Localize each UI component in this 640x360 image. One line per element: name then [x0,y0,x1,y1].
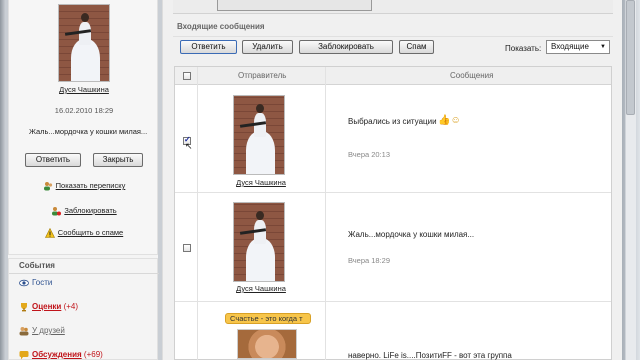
inbox-title: Входящие сообщения [177,22,265,31]
column-messages: Сообщения [450,71,494,80]
message-preview-panel: Дуся Чашкина 16.02.2010 18:29 Жаль...мор… [8,0,158,255]
event-friends[interactable]: У друзей [19,326,65,336]
table-row[interactable]: ↖ Дуся Чашкина Выбрались из ситуации 👍☺ … [175,85,611,193]
message-text[interactable]: Жаль...мордочка у кошки милая... [348,230,474,239]
previous-block [217,0,372,11]
event-discussions[interactable]: Обсуждения (+69) [19,350,103,360]
trophy-icon [19,302,29,312]
toolbar-block-button[interactable]: Заблокировать [299,40,393,54]
select-all-checkbox[interactable] [183,72,191,80]
show-conversation-link[interactable]: Показать переписку [9,181,159,191]
event-ratings-label: Оценки [32,302,62,312]
sender-name-link[interactable]: Дуся Чашкина [197,284,325,293]
report-spam-link[interactable]: Сообщить о спаме [9,227,159,238]
sender-name-link[interactable]: Дуся Чашкина [9,85,159,94]
close-button[interactable]: Закрыть [93,153,143,167]
event-discussions-label: Обсуждения [32,350,82,360]
messages-table: Отправитель Сообщения ↖ Дуся Чашкина Выб… [174,66,612,360]
users-icon [43,181,53,191]
show-filter-label: Показать: [505,44,542,53]
event-ratings[interactable]: Оценки (+4) [19,302,78,312]
toolbar-delete-button[interactable]: Удалить [242,40,293,54]
show-filter-value: Входящие [551,42,589,51]
report-spam-label: Сообщить о спаме [57,228,124,237]
eye-icon [19,278,29,288]
toolbar-spam-button[interactable]: Спам [399,40,434,54]
discussion-icon [19,350,29,360]
message-text[interactable]: наверно. LiFe is....ПозитиFF - вот эта г… [348,351,512,360]
reply-button[interactable]: Ответить [25,153,81,167]
sender-name-link[interactable]: Дуся Чашкина [197,178,325,187]
warning-icon [44,227,55,238]
sender-photo[interactable] [237,329,297,359]
sender-photo[interactable] [233,202,285,282]
friends-icon [19,326,29,336]
event-guests-label: Гости [32,278,53,288]
message-text: Жаль...мордочка у кошки милая... [29,127,148,136]
message-date: 16.02.2010 18:29 [54,106,114,115]
events-panel: События Гости Оценки (+4) У друзей Обсуж… [8,258,159,360]
message-time: Вчера 20:13 [348,150,391,159]
message-time: Вчера 18:29 [348,256,391,265]
block-label: Заблокировать [64,206,117,215]
show-conversation-label: Показать переписку [55,181,126,190]
toolbar-reply-button[interactable]: Ответить [180,40,237,54]
status-tooltip: Счастье - это когда т [225,313,311,324]
chevron-down-icon: ▼ [600,44,606,50]
events-title: События [19,261,55,270]
window-left-edge [0,0,5,360]
event-friends-label: У друзей [32,326,65,336]
smiley-icon: 👍☺ [438,115,461,126]
scrollbar-thumb[interactable] [626,0,635,115]
block-user-icon [51,206,62,216]
table-row[interactable]: Дуся Чашкина Жаль...мордочка у кошки мил… [175,194,611,302]
top-strip [173,0,613,14]
row-checkbox[interactable] [183,244,191,252]
left-sidebar: Дуся Чашкина 16.02.2010 18:29 Жаль...мор… [8,0,159,360]
table-row[interactable]: Счастье - это когда т наверно. LiFe is..… [175,303,611,360]
event-discussions-count: (+69) [83,350,103,360]
column-sender: Отправитель [238,71,287,80]
event-guests[interactable]: Гости [19,278,52,288]
show-filter-select[interactable]: Входящие ▼ [546,40,610,54]
table-header: Отправитель Сообщения [175,67,611,85]
sender-photo[interactable] [58,4,110,82]
message-text[interactable]: Выбрались из ситуации [348,117,437,126]
event-ratings-count: (+4) [63,302,79,312]
pointer-cursor-icon: ↖ [185,141,193,151]
main-content: Входящие сообщения Ответить Удалить Забл… [162,0,622,360]
sender-photo[interactable] [233,95,285,175]
block-link[interactable]: Заблокировать [9,206,159,216]
